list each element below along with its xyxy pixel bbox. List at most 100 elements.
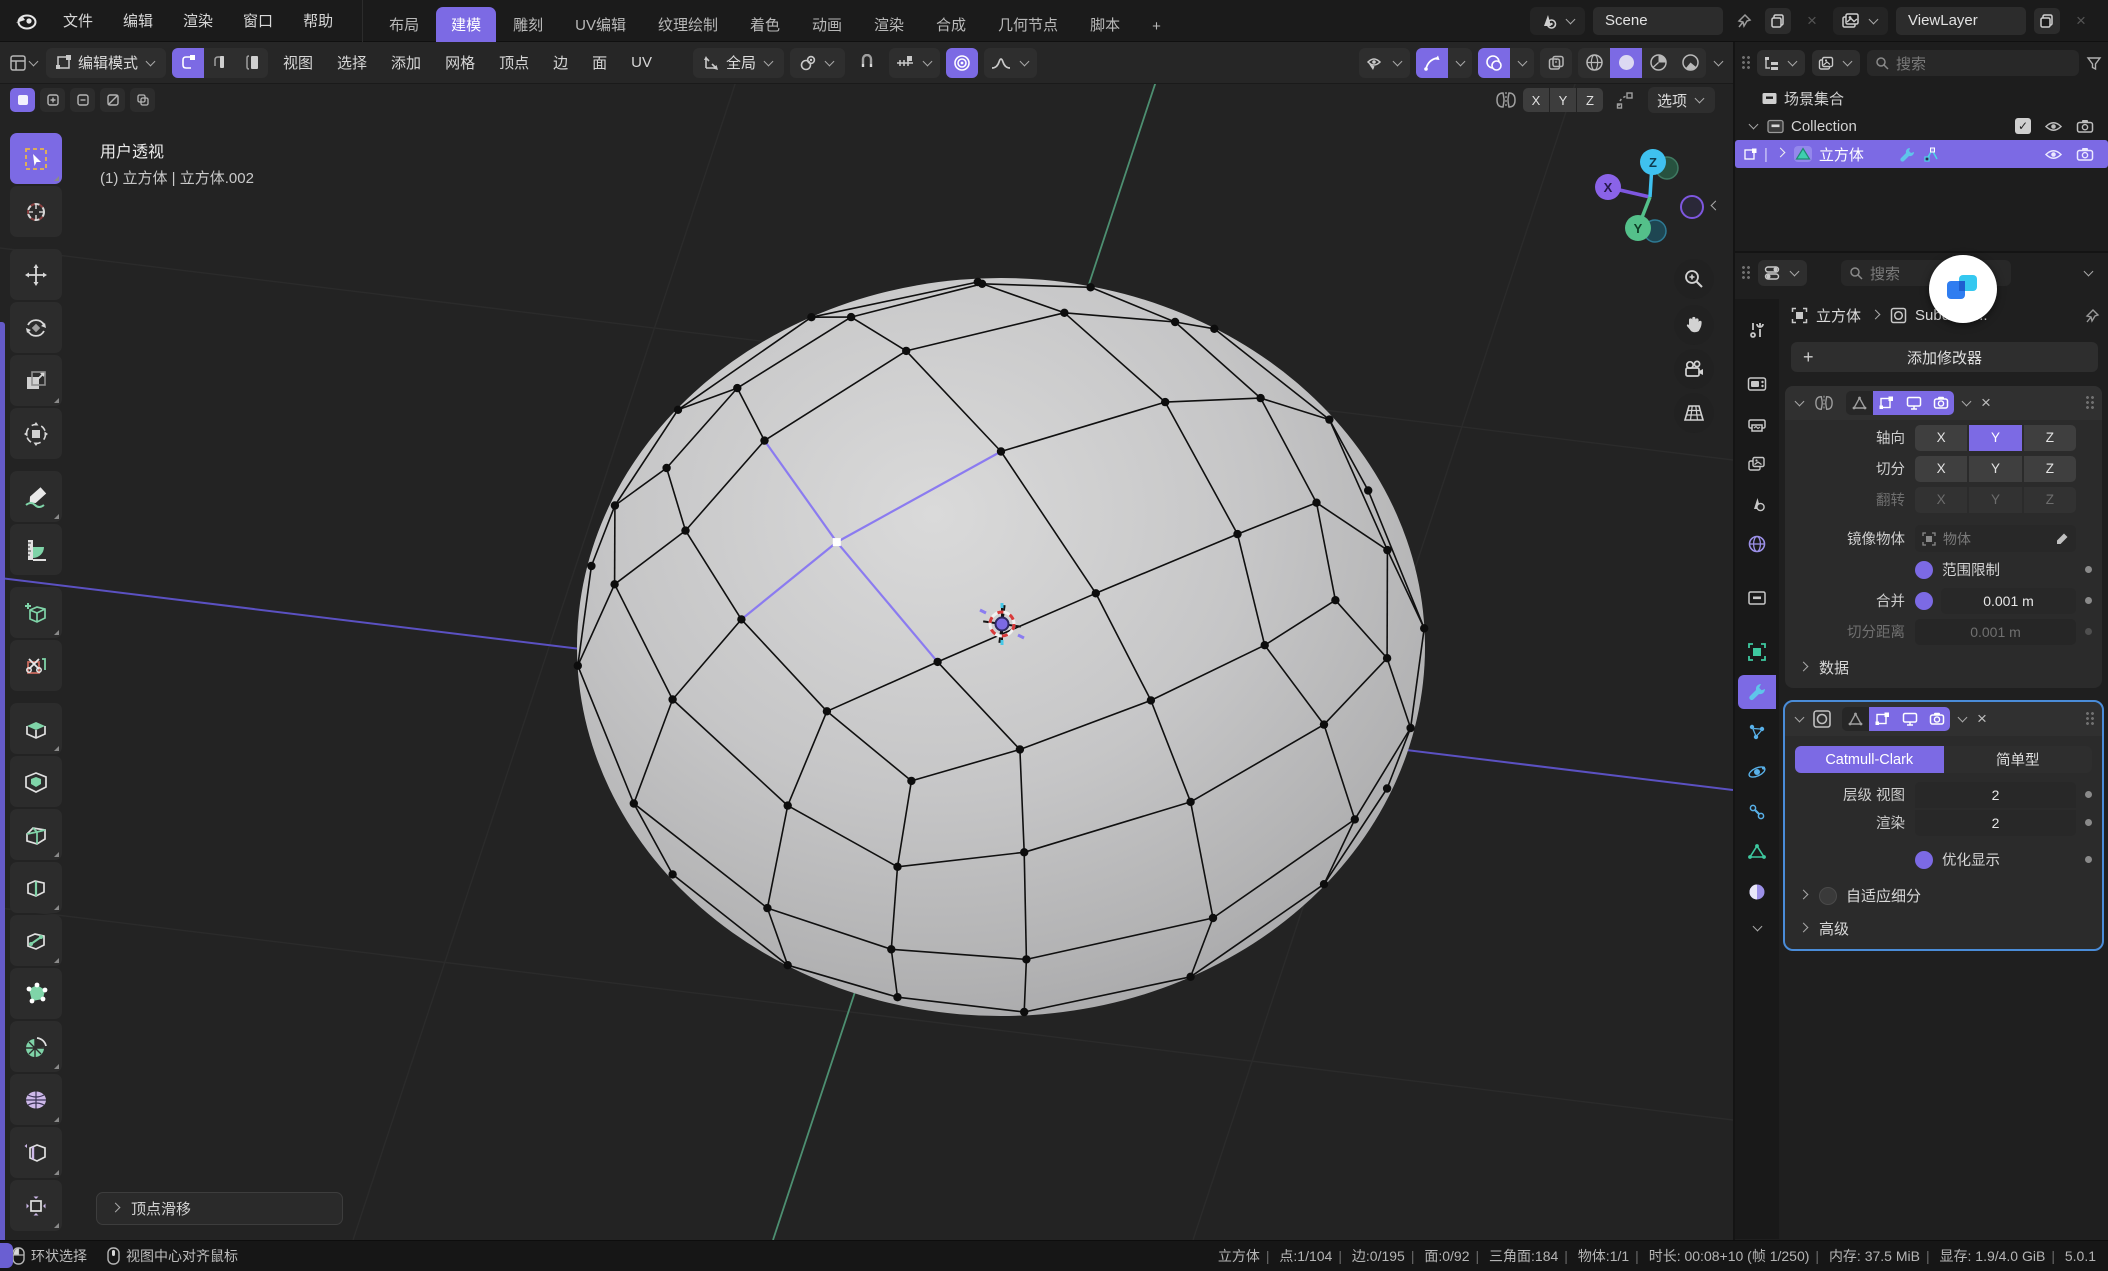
new-scene-button[interactable]	[1765, 8, 1791, 34]
keyframe-dot[interactable]	[2085, 819, 2092, 826]
tab-constraints[interactable]	[1738, 795, 1776, 829]
tab-world[interactable]	[1738, 527, 1776, 561]
collection-checkbox[interactable]: ✓	[2015, 118, 2031, 134]
bisect-distance-field[interactable]: 0.001 m	[1915, 619, 2076, 645]
options-dropdown[interactable]: 选项	[1648, 87, 1715, 113]
mirror-object-field[interactable]: 物体	[1915, 525, 2076, 552]
tool-shrink-fatten[interactable]	[10, 1180, 62, 1231]
catmull-clark-button[interactable]: Catmull-Clark	[1795, 746, 1944, 773]
levels-viewport-field[interactable]: 2	[1915, 782, 2076, 808]
menu-face[interactable]: 面	[583, 52, 616, 73]
flip-y[interactable]: Y	[1969, 487, 2021, 513]
remove-viewlayer-button[interactable]: ×	[2068, 8, 2094, 34]
tabstrip-overflow[interactable]	[1752, 922, 1762, 932]
toggle-editmode-icon[interactable]	[1869, 707, 1896, 731]
tab-layout[interactable]: 布局	[374, 7, 434, 42]
keyframe-dot[interactable]	[2085, 856, 2092, 863]
tab-particles[interactable]	[1738, 715, 1776, 749]
tool-add-cube[interactable]	[10, 587, 62, 638]
vertex-select-button[interactable]	[172, 48, 204, 78]
data-section-header[interactable]: 数据	[1797, 657, 2092, 678]
collapse-chevron[interactable]	[1795, 397, 1805, 407]
face-select-button[interactable]	[236, 48, 268, 78]
tab-sculpting[interactable]: 雕刻	[498, 7, 558, 42]
adaptive-subdivision-checkbox[interactable]	[1819, 887, 1837, 905]
new-viewlayer-button[interactable]	[2034, 8, 2060, 34]
disable-render-camera-icon[interactable]	[2076, 119, 2094, 133]
select-mode-intersect-icon[interactable]	[130, 88, 155, 112]
tool-annotate[interactable]	[10, 471, 62, 522]
keyframe-dot[interactable]	[2085, 791, 2092, 798]
menu-view[interactable]: 视图	[274, 52, 322, 73]
snap-base-icon[interactable]	[1613, 88, 1638, 112]
optimal-display-checkbox[interactable]	[1915, 851, 1933, 869]
symmetry-x-button[interactable]: X	[1523, 88, 1549, 112]
tool-transform[interactable]	[10, 408, 62, 459]
overlays-dropdown[interactable]	[1510, 48, 1534, 78]
shading-dropdown[interactable]	[1714, 56, 1724, 66]
tool-measure[interactable]	[10, 524, 62, 575]
snap-target-selector[interactable]	[889, 48, 940, 78]
tool-smooth[interactable]	[10, 1074, 62, 1125]
snap-toggle[interactable]	[851, 48, 883, 78]
breadcrumb-object[interactable]: 立方体	[1816, 305, 1861, 326]
tool-edge-slide[interactable]	[10, 1127, 62, 1178]
keyframe-dot[interactable]	[2085, 597, 2092, 604]
tab-scene[interactable]	[1738, 487, 1776, 521]
mirror-axis-y[interactable]: Y	[1969, 425, 2021, 451]
toggle-editmode-icon[interactable]	[1873, 391, 1900, 415]
tool-knife[interactable]	[10, 915, 62, 966]
menu-edit[interactable]: 编辑	[108, 0, 168, 42]
filter-funnel-icon[interactable]	[2086, 56, 2102, 71]
clipping-checkbox[interactable]	[1915, 561, 1933, 579]
menu-mesh[interactable]: 网格	[436, 52, 484, 73]
toggle-viewport-icon[interactable]	[1896, 707, 1923, 731]
toggle-render-icon[interactable]	[1923, 707, 1950, 731]
shading-wireframe-button[interactable]	[1578, 48, 1610, 78]
tab-uv-editing[interactable]: UV编辑	[560, 7, 641, 42]
tab-collection[interactable]	[1738, 581, 1776, 615]
edge-select-button[interactable]	[204, 48, 236, 78]
tab-material[interactable]	[1738, 875, 1776, 909]
scene-name-field[interactable]: Scene	[1593, 7, 1723, 35]
pin-scene-icon[interactable]	[1731, 8, 1757, 34]
tab-tool[interactable]	[1738, 313, 1776, 347]
tab-object-data[interactable]	[1738, 835, 1776, 869]
operator-panel[interactable]: 顶点滑移	[96, 1192, 343, 1225]
flip-x[interactable]: X	[1915, 487, 1967, 513]
symmetry-z-button[interactable]: Z	[1577, 88, 1603, 112]
tab-texture-paint[interactable]: 纹理绘制	[643, 7, 733, 42]
tab-output[interactable]	[1738, 407, 1776, 441]
subsurf-modifier-header[interactable]: ×	[1785, 702, 2102, 736]
menu-add[interactable]: 添加	[382, 52, 430, 73]
modifier-drag-handle[interactable]	[2085, 395, 2094, 411]
tool-scale[interactable]	[10, 355, 62, 406]
proportional-falloff-selector[interactable]	[984, 48, 1037, 78]
editor-grip[interactable]	[1741, 55, 1750, 71]
merge-checkbox[interactable]	[1915, 592, 1933, 610]
outliner-row-collection[interactable]: Collection ✓	[1735, 112, 2108, 140]
tab-modeling[interactable]: 建模	[436, 7, 496, 42]
advanced-section-header[interactable]: 高级	[1797, 918, 2092, 939]
mesh-sphere-surface[interactable]	[577, 278, 1425, 1016]
menu-window[interactable]: 窗口	[228, 0, 288, 42]
tool-loop-cut[interactable]	[10, 862, 62, 913]
camera-view-button[interactable]	[1674, 349, 1714, 389]
editor-type-icon[interactable]	[8, 48, 40, 78]
blender-logo-icon[interactable]	[0, 11, 48, 31]
toggle-render-icon[interactable]	[1927, 391, 1954, 415]
menu-file[interactable]: 文件	[48, 0, 108, 42]
eyedropper-icon[interactable]	[2055, 532, 2069, 546]
tab-animation[interactable]: 动画	[797, 7, 857, 42]
menu-vertex[interactable]: 顶点	[490, 52, 538, 73]
editor-grip[interactable]	[1741, 265, 1750, 281]
tab-object[interactable]	[1738, 635, 1776, 669]
select-mode-new-icon[interactable]	[10, 88, 35, 112]
toggle-on-cage-icon[interactable]	[1842, 707, 1869, 731]
merge-threshold-field[interactable]: 0.001 m	[1941, 588, 2076, 614]
modifier-drag-handle[interactable]	[2085, 711, 2094, 727]
sidebar-collapse-arrow[interactable]	[1706, 194, 1724, 220]
mirror-axis-x[interactable]: X	[1915, 425, 1967, 451]
outliner-row-cube[interactable]: | 立方体	[1735, 140, 2108, 168]
navigation-gizmo[interactable]: X Z Y	[1580, 140, 1720, 252]
